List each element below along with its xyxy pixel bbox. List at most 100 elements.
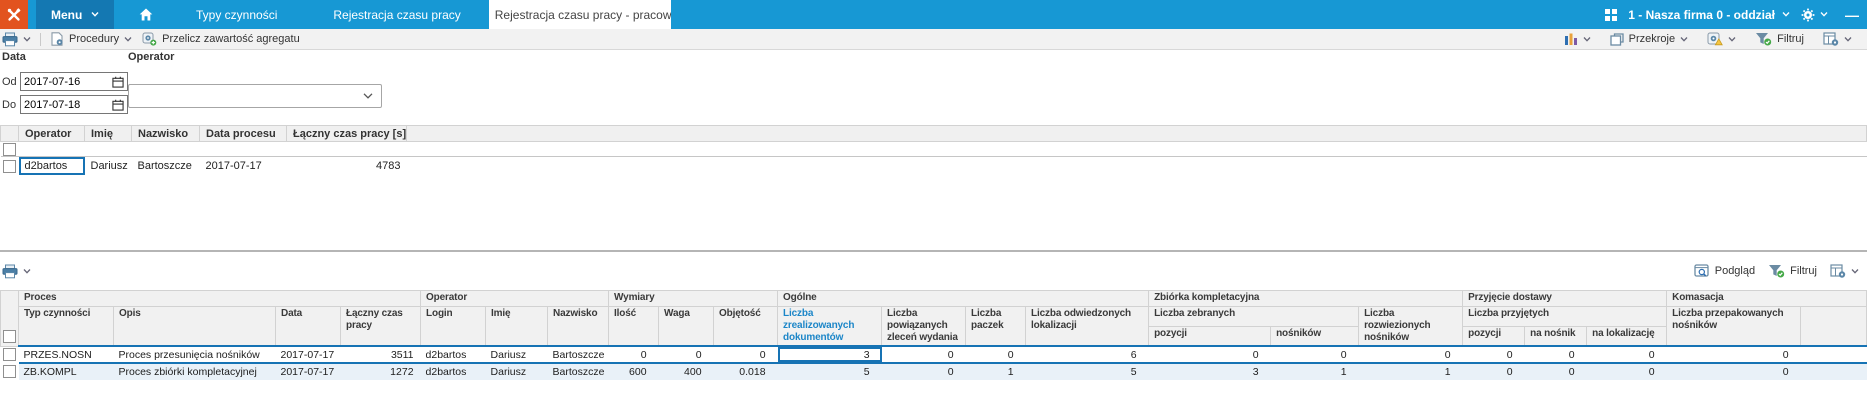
recalculate-aggregate-button[interactable]: Przelicz zawartość agregatu <box>137 32 305 46</box>
col-liczba-paczek[interactable]: Liczba paczek <box>965 306 1027 347</box>
col-imie[interactable]: Imię <box>485 306 549 347</box>
col-ilosc[interactable]: Ilość <box>608 306 660 347</box>
cell-imie[interactable]: Dariusz <box>485 363 548 380</box>
date-from-input[interactable] <box>24 75 96 88</box>
apps-grid-icon[interactable] <box>1605 8 1618 21</box>
summary-col-nazwisko[interactable]: Nazwisko <box>131 125 200 142</box>
col-przyjetych-na-nosnik[interactable]: na nośnik <box>1524 325 1588 347</box>
cell-nazwisko[interactable]: Bartoszcze <box>547 345 609 364</box>
company-selector[interactable]: 1 - Nasza firma 0 - oddział <box>1628 8 1790 22</box>
cell-paczek[interactable]: 0 <box>965 345 1026 364</box>
tab-rejestracja-czasu-pracy[interactable]: Rejestracja czasu pracy <box>305 0 488 29</box>
col-nazwisko[interactable]: Nazwisko <box>547 306 610 347</box>
cell-ilosc[interactable]: 0 <box>608 345 659 364</box>
row-checkbox[interactable] <box>2 159 16 173</box>
detail-row[interactable]: ZB.KOMPL Proces zbiórki kompletacyjnej 2… <box>0 363 1867 380</box>
pane-splitter[interactable] <box>0 250 1867 252</box>
col-data[interactable]: Data <box>275 306 341 347</box>
cell-przyjetych-pozycji[interactable]: 0 <box>1462 345 1525 364</box>
chart-button[interactable] <box>1559 32 1596 46</box>
detail-filter-button[interactable]: Filtruj <box>1768 264 1817 278</box>
col-typ-czynnosci[interactable]: Typ czynności <box>18 306 114 347</box>
cell-login[interactable]: d2bartos <box>420 345 486 364</box>
cell-waga[interactable]: 0 <box>658 345 714 364</box>
summary-col-operator[interactable]: Operator <box>18 125 85 142</box>
filter-button[interactable]: Filtruj <box>1750 32 1809 46</box>
cell-przepakowanych[interactable]: 0 <box>1666 363 1801 380</box>
cell-nazwisko[interactable]: Bartoszcze <box>547 363 609 380</box>
cell-czas[interactable]: 3511 <box>340 345 421 364</box>
col-objetosc[interactable]: Objętość <box>713 306 779 347</box>
row-checkbox[interactable] <box>2 348 16 362</box>
print-button[interactable] <box>0 32 36 47</box>
tab-typy-czynnosci[interactable]: Typy czynności <box>168 0 305 29</box>
operator-combobox[interactable] <box>128 84 382 108</box>
cell-waga[interactable]: 400 <box>658 363 714 380</box>
grid-settings-button[interactable] <box>1818 32 1857 46</box>
cell-czas[interactable]: 1272 <box>340 363 421 380</box>
aggregate-settings-button[interactable] <box>1702 32 1741 46</box>
select-all-checkbox[interactable] <box>2 142 16 156</box>
cell-opis[interactable]: Proces zbiórki kompletacyjnej <box>113 363 276 380</box>
cell-ilosc[interactable]: 600 <box>608 363 659 380</box>
home-button[interactable] <box>130 0 162 29</box>
row-checkbox[interactable] <box>2 365 16 378</box>
cell-zrealizowanych[interactable]: 3 <box>777 345 882 364</box>
col-liczba-powiazanych-zlecen[interactable]: Liczba powiązanych zleceń wydania <box>881 306 967 347</box>
col-zebranych-pozycji[interactable]: pozycji <box>1148 325 1272 347</box>
date-to-input[interactable] <box>24 98 96 111</box>
select-all-checkbox[interactable] <box>3 329 16 343</box>
cell-odwiedzonych[interactable]: 5 <box>1025 363 1149 380</box>
cell-przepakowanych[interactable]: 0 <box>1666 345 1801 364</box>
calendar-icon[interactable] <box>112 76 124 88</box>
filter-cell[interactable] <box>131 141 200 157</box>
filter-cell[interactable] <box>199 141 287 157</box>
col-liczba-odwiedzonych-lokalizacji[interactable]: Liczba odwiedzonych lokalizacji <box>1025 306 1150 347</box>
cell-data-procesu[interactable]: 2017-07-17 <box>200 157 287 176</box>
cell-odwiedzonych[interactable]: 6 <box>1025 345 1149 364</box>
settings-menu[interactable] <box>1801 8 1828 22</box>
cell-nazwisko[interactable]: Bartoszcze <box>132 157 200 176</box>
summary-row[interactable]: d2bartos Dariusz Bartoszcze 2017-07-17 4… <box>1 157 1867 176</box>
col-zebranych-nosnikow[interactable]: nośników <box>1270 325 1360 347</box>
date-to-field[interactable] <box>20 95 128 114</box>
cell-opis[interactable]: Proces przesunięcia nośników <box>113 345 276 364</box>
cell-przyjetych-pozycji[interactable]: 0 <box>1462 363 1525 380</box>
sections-button[interactable]: Przekroje <box>1605 32 1693 46</box>
cell-operator[interactable]: d2bartos <box>19 157 85 176</box>
col-waga[interactable]: Waga <box>658 306 715 347</box>
minimize-button[interactable]: — <box>1845 7 1859 23</box>
cell-typ[interactable]: ZB.KOMPL <box>18 363 114 380</box>
filter-cell[interactable] <box>286 141 407 157</box>
cell-laczny-czas[interactable]: 4783 <box>287 157 407 176</box>
cell-zebranych-pozycji[interactable]: 3 <box>1148 363 1271 380</box>
col-przyjetych-na-lokalizacje[interactable]: na lokalizację <box>1586 325 1668 347</box>
menu-button[interactable]: Menu <box>36 0 115 29</box>
cell-data[interactable]: 2017-07-17 <box>275 345 341 364</box>
cell-na-lokalizacje[interactable]: 0 <box>1586 345 1667 364</box>
col-login[interactable]: Login <box>420 306 487 347</box>
cell-paczek[interactable]: 1 <box>965 363 1026 380</box>
cell-zebranych-pozycji[interactable]: 0 <box>1148 345 1271 364</box>
col-opis[interactable]: Opis <box>113 306 276 347</box>
cell-na-lokalizacje[interactable]: 0 <box>1586 363 1667 380</box>
cell-data[interactable]: 2017-07-17 <box>275 363 341 380</box>
cell-na-nosnik[interactable]: 0 <box>1524 363 1587 380</box>
cell-na-nosnik[interactable]: 0 <box>1524 345 1587 364</box>
date-from-field[interactable] <box>20 72 128 91</box>
cell-objetosc[interactable]: 0 <box>713 345 778 364</box>
preview-button[interactable]: Podgląd <box>1694 264 1755 278</box>
cell-powiazanych[interactable]: 0 <box>881 363 966 380</box>
col-liczba-przepakowanych-nosnikow[interactable]: Liczba przepakowanych nośników <box>1666 306 1802 347</box>
cell-imie[interactable]: Dariusz <box>85 157 132 176</box>
cell-zebranych-nosnikow[interactable]: 0 <box>1270 345 1359 364</box>
detail-grid-settings-button[interactable] <box>1830 264 1859 278</box>
cell-objetosc[interactable]: 0.018 <box>713 363 778 380</box>
detail-row[interactable]: PRZES.NOSN Proces przesunięcia nośników … <box>0 345 1867 364</box>
summary-col-imie[interactable]: Imię <box>84 125 132 142</box>
cell-rozwiezionych[interactable]: 0 <box>1358 345 1463 364</box>
detail-print-button[interactable] <box>0 264 36 279</box>
filter-cell[interactable] <box>18 141 85 157</box>
cell-imie[interactable]: Dariusz <box>485 345 548 364</box>
cell-rozwiezionych[interactable]: 1 <box>1358 363 1463 380</box>
